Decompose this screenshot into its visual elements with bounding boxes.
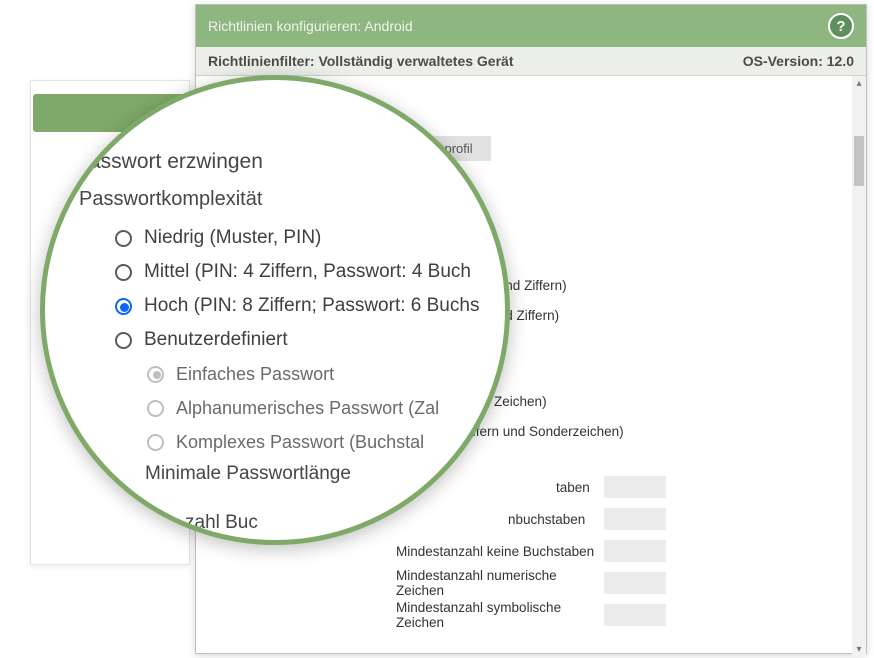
radio-label: Komplexes Passwort (Buchstal xyxy=(176,432,424,453)
dialog-header: Richtlinien konfigurieren: Android ? xyxy=(196,5,866,47)
complexity-heading: Passwortkomplexität xyxy=(79,188,510,211)
filter-bar: Richtlinienfilter: Vollständig verwaltet… xyxy=(196,47,866,76)
radio-icon xyxy=(147,366,164,383)
radio-icon xyxy=(115,264,132,281)
min-value-input[interactable] xyxy=(604,572,666,594)
bg-row-label: Mindestanzahl numerische Zeichen xyxy=(256,568,596,598)
filter-label: Richtlinienfilter: Vollständig verwaltet… xyxy=(208,53,513,69)
radio-icon xyxy=(115,332,132,349)
radio-label: Mittel (PIN: 4 Ziffern, Passwort: 4 Buch xyxy=(144,261,471,283)
min-value-input[interactable] xyxy=(604,540,666,562)
radio-low[interactable]: Niedrig (Muster, PIN) xyxy=(115,223,510,253)
min-value-input[interactable] xyxy=(604,508,666,530)
bg-row-label: Mindestanzahl keine Buchstaben xyxy=(256,544,596,559)
bg-row-label: Mindestanzahl symbolische Zeichen xyxy=(256,600,596,630)
scrollbar[interactable]: ▴ ▾ xyxy=(852,76,866,656)
magnifier-zoom: Passwort erzwingen Passwortkomplexität N… xyxy=(40,75,510,545)
scroll-up-icon[interactable]: ▴ xyxy=(852,76,866,90)
radio-complex-password[interactable]: Komplexes Passwort (Buchstal xyxy=(147,427,510,457)
dialog-title: Richtlinien konfigurieren: Android xyxy=(208,18,413,34)
min-value-input[interactable] xyxy=(604,604,666,626)
radio-icon xyxy=(115,230,132,247)
radio-label: Niedrig (Muster, PIN) xyxy=(144,227,321,249)
help-icon[interactable]: ? xyxy=(828,13,854,39)
radio-label: Alphanumerisches Passwort (Zal xyxy=(176,398,439,419)
radio-simple-password[interactable]: Einfaches Passwort xyxy=(147,359,510,389)
min-password-length-label: Minimale Passwortlänge xyxy=(145,463,510,485)
enforce-password-label: Passwort erzwingen xyxy=(75,150,510,174)
os-version-label: OS-Version: 12.0 xyxy=(743,53,854,69)
radio-high[interactable]: Hoch (PIN: 8 Ziffern; Passwort: 6 Buchs xyxy=(115,291,510,321)
scrollbar-thumb[interactable] xyxy=(854,136,864,186)
min-value-input[interactable] xyxy=(604,476,666,498)
radio-icon xyxy=(147,434,164,451)
zoom-content: Passwort erzwingen Passwortkomplexität N… xyxy=(75,150,510,485)
radio-icon xyxy=(147,400,164,417)
radio-label: Benutzerdefiniert xyxy=(144,329,288,351)
radio-alphanumeric-password[interactable]: Alphanumerisches Passwort (Zal xyxy=(147,393,510,423)
radio-icon xyxy=(115,298,132,315)
radio-custom[interactable]: Benutzerdefiniert xyxy=(115,325,510,355)
radio-label: Hoch (PIN: 8 Ziffern; Passwort: 6 Buchs xyxy=(144,295,479,317)
zoom-cutoff-text: zahl Buc xyxy=(185,512,258,534)
radio-label: Einfaches Passwort xyxy=(176,364,334,385)
scroll-down-icon[interactable]: ▾ xyxy=(852,642,866,656)
radio-mid[interactable]: Mittel (PIN: 4 Ziffern, Passwort: 4 Buch xyxy=(115,257,510,287)
